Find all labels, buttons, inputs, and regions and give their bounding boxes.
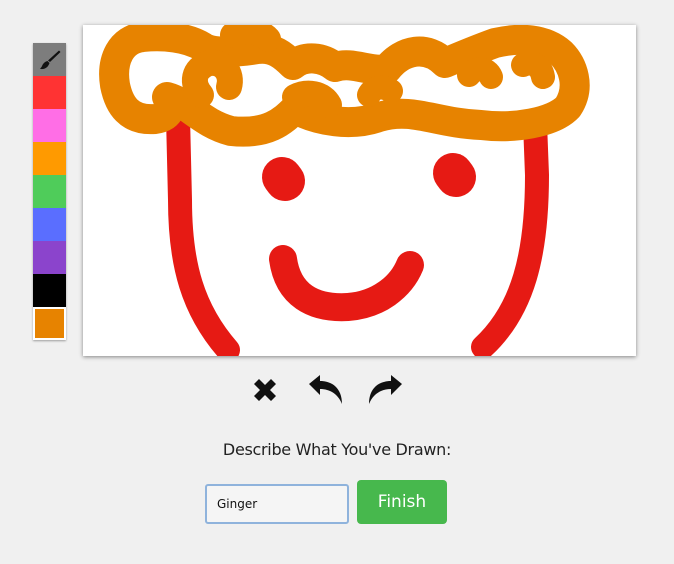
- current-color-indicator: [33, 307, 66, 340]
- hair-inner-curl-1: [181, 49, 243, 108]
- color-swatch-pink[interactable]: [33, 109, 66, 142]
- smile: [269, 245, 424, 322]
- drawing-surface[interactable]: [83, 25, 636, 356]
- canvas-tools: [0, 372, 674, 408]
- hair-inner-curl-2: [282, 80, 342, 118]
- face-right-outline: [471, 111, 549, 356]
- drawing-canvas[interactable]: [83, 25, 636, 356]
- color-swatch-orange[interactable]: [33, 142, 66, 175]
- current-color-fill: [35, 309, 64, 338]
- hair-inner-curl-6: [220, 25, 281, 52]
- close-x-icon: [254, 379, 276, 401]
- color-swatch-black[interactable]: [33, 274, 66, 307]
- finish-button[interactable]: Finish: [357, 480, 447, 524]
- clear-button[interactable]: [247, 372, 283, 408]
- color-swatch-red[interactable]: [33, 76, 66, 109]
- color-palette: [33, 43, 66, 340]
- paintbrush-icon: [39, 50, 60, 69]
- left-eye: [262, 157, 305, 201]
- face-left-outline: [166, 105, 240, 356]
- hair-strokes: [99, 25, 590, 147]
- redo-button[interactable]: [367, 372, 403, 408]
- right-eye: [433, 153, 476, 197]
- color-swatch-blue[interactable]: [33, 208, 66, 241]
- hair-inner-curl-5: [511, 51, 555, 89]
- face-strokes: [166, 105, 549, 356]
- hair-inner-curl-3: [357, 75, 403, 107]
- description-input[interactable]: [205, 484, 349, 524]
- brush-tool-button[interactable]: [33, 43, 66, 76]
- hair-inner-curl-4: [457, 57, 503, 89]
- undo-arrow-icon: [309, 375, 342, 404]
- color-swatch-green[interactable]: [33, 175, 66, 208]
- undo-button[interactable]: [306, 372, 342, 408]
- describe-prompt: Describe What You've Drawn:: [222, 440, 452, 459]
- color-swatch-purple[interactable]: [33, 241, 66, 274]
- redo-arrow-icon: [369, 375, 402, 404]
